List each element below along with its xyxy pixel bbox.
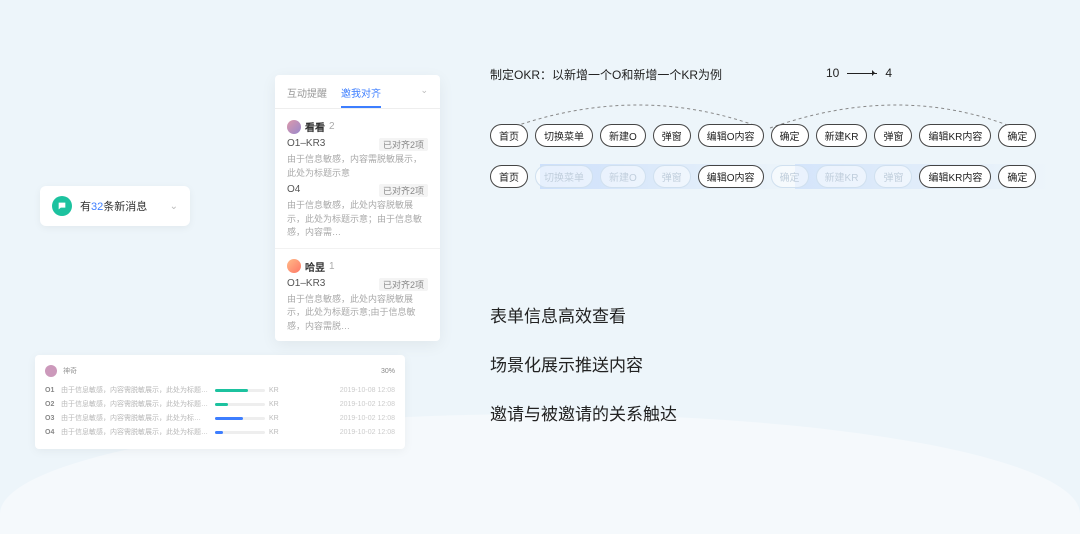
message-count: 2 xyxy=(329,121,335,132)
avatar xyxy=(45,365,57,377)
message-sender: 哈昱 xyxy=(305,259,325,274)
row-date: 2019-10-08 12:08 xyxy=(340,387,395,394)
progress-bar xyxy=(215,403,265,406)
row-text: 由于信息敏感，内容需脱敏展示，此处为标题示意… xyxy=(61,385,211,395)
tab-invite-align[interactable]: 邀我对齐 xyxy=(341,85,381,108)
row-text: 由于信息敏感，内容需脱敏展示，此处为标题示意;此… xyxy=(61,399,211,409)
flow-step: 切换菜单 xyxy=(535,124,593,147)
kr-label: KR xyxy=(269,429,285,436)
list-row[interactable]: O1 由于信息敏感，内容需脱敏展示，此处为标题示意… KR 2019-10-08… xyxy=(45,383,395,397)
flow-step: 首页 xyxy=(490,165,528,188)
flow-row-before: 首页 切换菜单 新建O 弹窗 编辑O内容 确定 新建KR 弹窗 编辑KR内容 确… xyxy=(490,124,1050,147)
caption-line: 邀请与被邀请的关系触达 xyxy=(490,400,677,425)
row-date: 2019-10-02 12:08 xyxy=(340,415,395,422)
row-index: O3 xyxy=(45,415,57,422)
row-date: 2019-10-02 12:08 xyxy=(340,401,395,408)
flow-step: 确定 xyxy=(998,165,1036,188)
flow-step: 新建KR xyxy=(816,124,868,147)
tab-interactive[interactable]: 互动提醒 xyxy=(287,85,327,108)
list-row[interactable]: O2 由于信息敏感，内容需脱敏展示，此处为标题示意;此… KR 2019-10-… xyxy=(45,397,395,411)
progress-bar xyxy=(215,431,265,434)
row-date: 2019-10-02 12:08 xyxy=(340,429,395,436)
flow-step: 编辑KR内容 xyxy=(919,124,991,147)
flow-step: 首页 xyxy=(490,124,528,147)
owner-name: 神奇 xyxy=(63,366,77,376)
progress-bar xyxy=(215,389,265,392)
messages-panel: 互动提醒 邀我对齐 ⌄ 看看 2 O1–KR3 已对齐2项 由于信息敏感，内容需… xyxy=(275,75,440,341)
flow-step-skipped: 弹窗 xyxy=(874,165,912,188)
row-index: O2 xyxy=(45,401,57,408)
message-item[interactable]: 哈昱 1 O1–KR3 已对齐2项 由于信息敏感，此处内容脱敏展示，此处为标题示… xyxy=(275,249,440,342)
flow-diagram: 首页 切换菜单 新建O 弹窗 编辑O内容 确定 新建KR 弹窗 编辑KR内容 确… xyxy=(490,124,1050,188)
flow-step-skipped: 确定 xyxy=(771,165,809,188)
okr-id: O1–KR3 xyxy=(287,138,325,151)
step-reduction: 10 4 xyxy=(826,66,892,80)
flow-step: 确定 xyxy=(771,124,809,147)
steps-after: 4 xyxy=(885,66,892,80)
caption-line: 场景化展示推送内容 xyxy=(490,351,677,376)
message-sender: 看看 xyxy=(305,119,325,134)
aligned-badge: 已对齐2项 xyxy=(379,278,428,291)
flow-step: 编辑KR内容 xyxy=(919,165,991,188)
flow-step: 编辑O内容 xyxy=(698,124,764,147)
captions: 表单信息高效查看 场景化展示推送内容 邀请与被邀请的关系触达 xyxy=(490,302,677,425)
aligned-badge: 已对齐2项 xyxy=(379,138,428,151)
kr-label: KR xyxy=(269,415,285,422)
flow-step: 新建O xyxy=(600,124,646,147)
kr-label: KR xyxy=(269,401,285,408)
flow-step-skipped: 弹窗 xyxy=(653,165,691,188)
chevron-down-icon: ⌄ xyxy=(170,201,178,212)
message-item[interactable]: 看看 2 O1–KR3 已对齐2项 由于信息敏感，内容需脱敏展示，此处为标题示意… xyxy=(275,109,440,249)
row-text: 由于信息敏感，内容需脱敏展示，此处为标… xyxy=(61,413,211,423)
list-row[interactable]: O3 由于信息敏感，内容需脱敏展示，此处为标… KR 2019-10-02 12… xyxy=(45,411,395,425)
flow-title: 制定OKR：以新增一个O和新增一个KR为例 xyxy=(490,66,722,83)
steps-before: 10 xyxy=(826,66,839,80)
message-body: 由于信息敏感，此处内容脱敏展示，此处为标题示意；由于信息敏感，内容需… xyxy=(287,199,428,240)
flow-row-after: 首页 切换菜单 新建O 弹窗 编辑O内容 确定 新建KR 弹窗 编辑KR内容 确… xyxy=(490,165,1050,188)
kr-label: KR xyxy=(269,387,285,394)
chevron-down-icon[interactable]: ⌄ xyxy=(420,85,428,108)
okr-id: O4 xyxy=(287,184,300,197)
flow-step: 确定 xyxy=(998,124,1036,147)
avatar xyxy=(287,259,301,273)
notification-card[interactable]: 有32条新消息 ⌄ xyxy=(40,186,190,226)
progress-percent: 30% xyxy=(381,368,395,375)
okr-id: O1–KR3 xyxy=(287,278,325,291)
row-index: O1 xyxy=(45,387,57,394)
arrow-right-icon xyxy=(847,73,877,74)
flow-step: 编辑O内容 xyxy=(698,165,764,188)
message-count: 1 xyxy=(329,261,335,272)
caption-line: 表单信息高效查看 xyxy=(490,302,677,327)
flow-step: 弹窗 xyxy=(874,124,912,147)
aligned-badge: 已对齐2项 xyxy=(379,184,428,197)
flow-step-skipped: 新建O xyxy=(600,165,646,188)
flow-step: 弹窗 xyxy=(653,124,691,147)
row-text: 由于信息敏感，内容需脱敏展示，此处为标题示意… xyxy=(61,427,211,437)
okr-list-card: 神奇 30% O1 由于信息敏感，内容需脱敏展示，此处为标题示意… KR 201… xyxy=(35,355,405,449)
message-body: 由于信息敏感，内容需脱敏展示，此处为标题示意 xyxy=(287,153,428,180)
chat-bubble-icon xyxy=(52,196,72,216)
row-index: O4 xyxy=(45,429,57,436)
flow-step-skipped: 切换菜单 xyxy=(535,165,593,188)
flow-step-skipped: 新建KR xyxy=(816,165,868,188)
progress-bar xyxy=(215,417,265,420)
list-row[interactable]: O4 由于信息敏感，内容需脱敏展示，此处为标题示意… KR 2019-10-02… xyxy=(45,425,395,439)
avatar xyxy=(287,120,301,134)
notification-text: 有32条新消息 xyxy=(80,198,147,214)
message-body: 由于信息敏感，此处内容脱敏展示，此处为标题示意;由于信息敏感，内容需脱… xyxy=(287,293,428,334)
messages-tabs: 互动提醒 邀我对齐 ⌄ xyxy=(275,75,440,109)
